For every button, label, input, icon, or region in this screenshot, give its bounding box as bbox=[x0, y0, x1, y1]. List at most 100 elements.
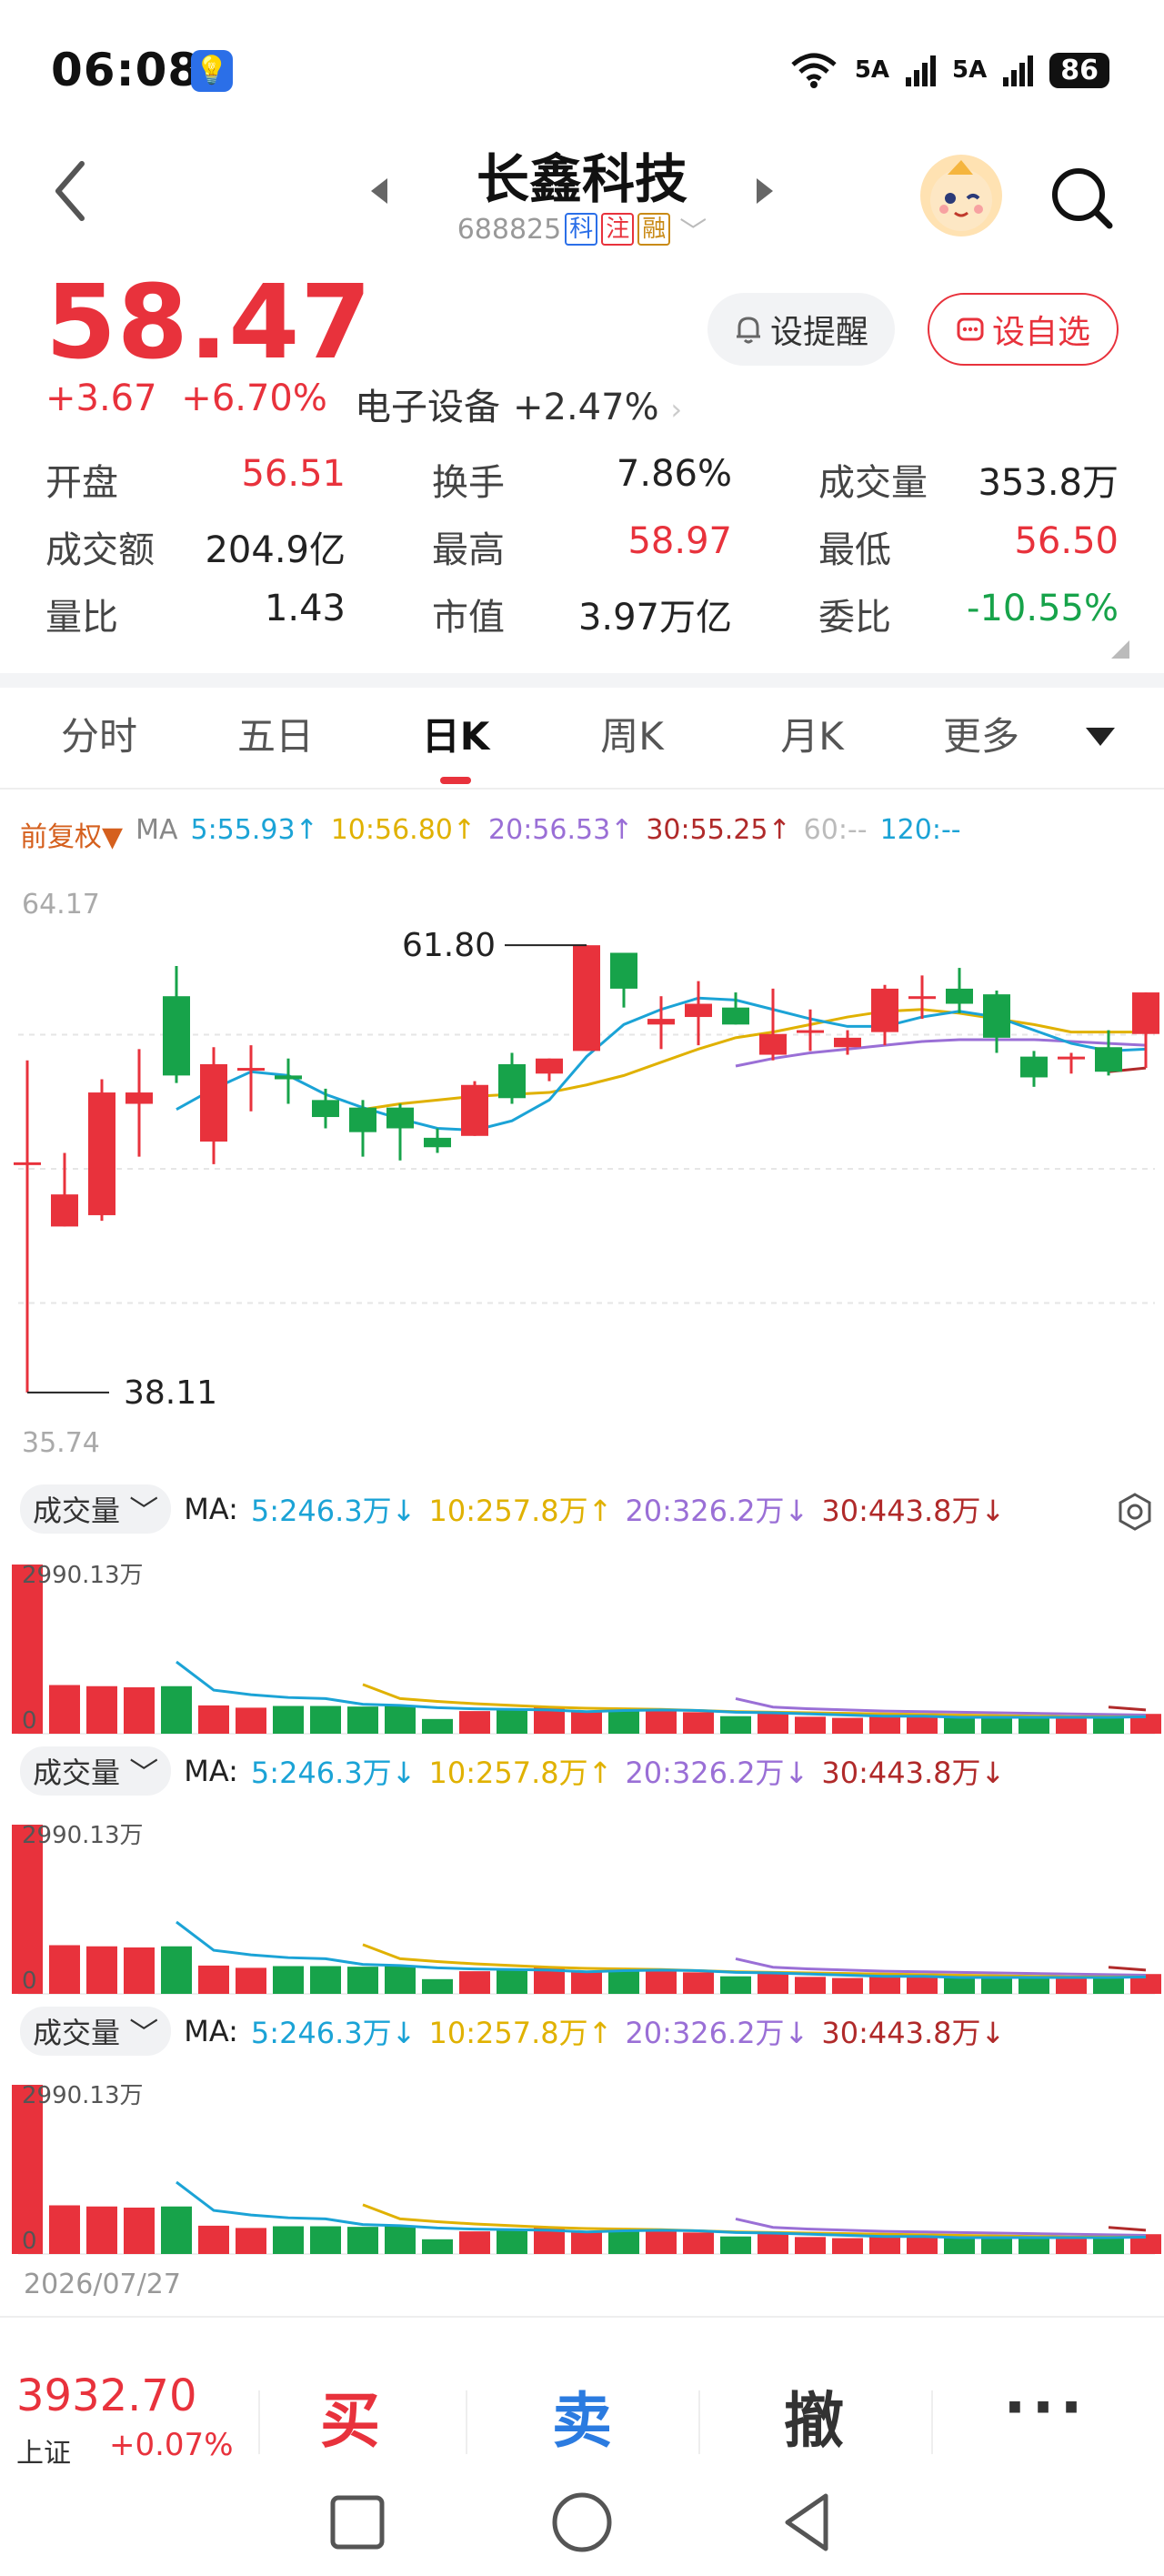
tab-monthly-k[interactable]: 月K bbox=[735, 706, 889, 761]
price-change: +3.67 +6.70% bbox=[45, 377, 327, 419]
network-label-1: 5A bbox=[854, 56, 890, 84]
volume-ma-label-1: MA: bbox=[184, 1492, 238, 1526]
index-change: +0.07% bbox=[109, 2427, 234, 2463]
tab-more[interactable]: 更多 bbox=[904, 706, 1059, 761]
candle bbox=[312, 1088, 339, 1129]
recent-apps-button[interactable] bbox=[330, 2495, 385, 2550]
volume-bar bbox=[236, 1707, 266, 1734]
volume-dropdown-3[interactable]: 成交量 ﹀ bbox=[20, 2007, 172, 2056]
volume-label-1: 成交量 bbox=[33, 1494, 121, 1528]
sector-link[interactable]: 电子设备 +2.47% › bbox=[355, 377, 682, 430]
volume-bar bbox=[981, 1716, 1012, 1734]
volume-ma30-1: 30:443.8万↓ bbox=[821, 1494, 1006, 1528]
volume-bar bbox=[198, 1705, 229, 1734]
gear-icon[interactable] bbox=[1115, 1492, 1155, 1532]
buy-button[interactable]: 买 bbox=[277, 2372, 423, 2460]
candle bbox=[1020, 1051, 1048, 1087]
volume-dropdown-2[interactable]: 成交量 ﹀ bbox=[20, 1746, 172, 1796]
volume-chart-1[interactable]: 2990.13万 0 bbox=[0, 1546, 1164, 1737]
volume-bar bbox=[422, 1978, 453, 1994]
stock-name: 长鑫科技 bbox=[476, 148, 687, 210]
volume-ma10-3: 10:257.8万↑ bbox=[428, 2016, 613, 2050]
volume-bar bbox=[1093, 2237, 1124, 2254]
bell-icon bbox=[736, 317, 760, 344]
candle-body bbox=[1132, 992, 1159, 1034]
volume-bar bbox=[198, 1965, 229, 1994]
volume-chart-3[interactable]: 2990.13万 0 bbox=[0, 2067, 1164, 2258]
y-axis-top-label: 64.17 bbox=[22, 889, 100, 921]
chevron-down-icon[interactable]: ﹀ bbox=[679, 209, 707, 249]
volume-ma20-2: 20:326.2万↓ bbox=[625, 1756, 809, 1790]
prev-stock-button[interactable] bbox=[366, 173, 393, 209]
volume-bar bbox=[86, 2206, 117, 2254]
tab-weekly-k[interactable]: 周K bbox=[555, 706, 709, 761]
volume-panel-header-1: 成交量 ﹀ MA: 5:246.3万↓ 10:257.8万↑ 20:326.2万… bbox=[20, 1484, 1005, 1534]
candle-body bbox=[647, 1019, 675, 1025]
volume-bar bbox=[236, 1967, 266, 1994]
volume-bar bbox=[1056, 1717, 1087, 1734]
candle-body bbox=[1058, 1056, 1085, 1060]
volume-bar bbox=[310, 1706, 341, 1734]
volume-dropdown-1[interactable]: 成交量 ﹀ bbox=[20, 1484, 172, 1534]
stat-open: 开盘 56.51 bbox=[45, 453, 346, 504]
expand-corner-icon[interactable] bbox=[1111, 640, 1129, 659]
watchlist-icon bbox=[957, 317, 984, 341]
volume-bar bbox=[758, 1712, 788, 1734]
volume-bar bbox=[459, 1971, 490, 1994]
tab-daily-k[interactable]: 日K bbox=[378, 706, 533, 761]
trade-separator bbox=[698, 2390, 700, 2454]
mascot-avatar-icon[interactable] bbox=[920, 155, 1002, 236]
volume-bar bbox=[161, 1685, 192, 1734]
back-button[interactable] bbox=[45, 155, 100, 227]
volume-ma5-1: 5:246.3万↓ bbox=[250, 1494, 416, 1528]
candle-body bbox=[983, 994, 1010, 1038]
volume-axis-top-label: 2990.13万 bbox=[22, 1562, 144, 1589]
fuquan-dropdown[interactable]: 前复权▼ bbox=[20, 814, 123, 854]
volume-bar bbox=[981, 2237, 1012, 2254]
candle bbox=[163, 966, 190, 1083]
signal-icon-2 bbox=[1003, 54, 1034, 86]
system-nav-bar bbox=[330, 2492, 828, 2552]
volume-chart-2[interactable]: 2990.13万 0 bbox=[0, 1806, 1164, 1997]
stat-turnover: 换手 7.86% bbox=[432, 453, 732, 504]
add-watchlist-button[interactable]: 设自选 bbox=[928, 293, 1119, 366]
candle-body bbox=[685, 1003, 712, 1018]
status-time: 06:08 bbox=[51, 44, 201, 96]
volume-bar bbox=[795, 1977, 826, 1994]
candle-body bbox=[871, 988, 898, 1032]
candle-body bbox=[275, 1075, 302, 1080]
volume-bar bbox=[720, 1716, 751, 1734]
candlestick-chart[interactable]: 64.17 35.74 61.80 38.11 bbox=[0, 873, 1164, 1464]
sell-button[interactable]: 卖 bbox=[509, 2372, 655, 2460]
index-value[interactable]: 3932.70 bbox=[16, 2370, 197, 2421]
volume-panel-header-2: 成交量 ﹀ MA: 5:246.3万↓ 10:257.8万↑ 20:326.2万… bbox=[20, 1746, 1005, 1796]
ma20-value: 20:56.53↑ bbox=[488, 814, 634, 846]
volume-bar bbox=[944, 1977, 975, 1994]
candle bbox=[685, 981, 712, 1046]
volume-bar bbox=[683, 1712, 714, 1734]
stat-high: 最高 58.97 bbox=[432, 520, 732, 571]
tab-five-day[interactable]: 五日 bbox=[198, 706, 353, 761]
volume-bar bbox=[571, 1972, 602, 1994]
candle-body bbox=[125, 1092, 153, 1104]
more-options-button[interactable]: ··· bbox=[973, 2372, 1119, 2442]
home-button[interactable] bbox=[552, 2492, 612, 2552]
stat-volume-ratio: 量比 1.43 bbox=[45, 588, 346, 639]
tabs-dropdown-icon[interactable] bbox=[1086, 728, 1115, 746]
set-alert-button[interactable]: 设提醒 bbox=[707, 293, 895, 366]
volume-bar bbox=[646, 2230, 677, 2254]
ma20-line bbox=[735, 1038, 1147, 1068]
chart-period-tabs: 分时 五日 日K 周K 月K 更多 bbox=[0, 689, 1164, 790]
volume-bar bbox=[273, 2226, 304, 2254]
volume-bar bbox=[497, 2229, 527, 2254]
back-nav-button[interactable] bbox=[785, 2493, 828, 2551]
candle-body bbox=[498, 1063, 526, 1099]
ma120-value: 120:-- bbox=[879, 814, 961, 846]
next-stock-button[interactable] bbox=[751, 173, 778, 209]
cancel-order-button[interactable]: 撤 bbox=[741, 2372, 887, 2460]
tab-intraday[interactable]: 分时 bbox=[22, 706, 176, 761]
ma60-value: 60:-- bbox=[803, 814, 868, 846]
volume-bar bbox=[646, 1710, 677, 1734]
volume-bar bbox=[1093, 1716, 1124, 1734]
search-icon[interactable] bbox=[1046, 162, 1119, 235]
